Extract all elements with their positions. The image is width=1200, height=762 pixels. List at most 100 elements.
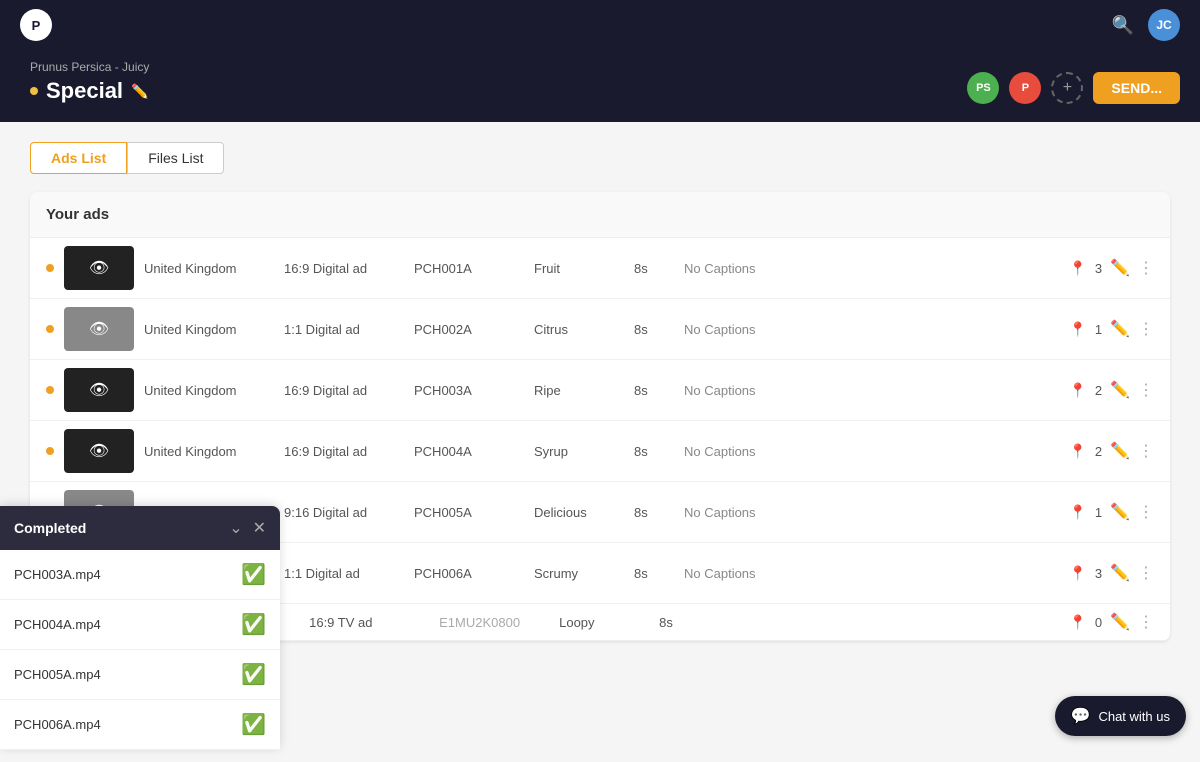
avatar-ps[interactable]: PS [967, 72, 999, 104]
app-logo[interactable]: P [20, 9, 52, 41]
destinations-count: 3 [1095, 261, 1102, 276]
more-options-icon[interactable]: ⋮ [1138, 502, 1154, 522]
more-options-icon[interactable]: ⋮ [1138, 441, 1154, 461]
edit-row-icon[interactable]: ✏️ [1110, 502, 1130, 522]
destinations-count: 2 [1095, 383, 1102, 398]
collapse-icon[interactable]: ⌄ [229, 518, 242, 538]
col-format: 9:16 Digital ad [284, 505, 404, 520]
more-options-icon[interactable]: ⋮ [1138, 258, 1154, 278]
edit-row-icon[interactable]: ✏️ [1110, 380, 1130, 400]
col-duration: 8s [634, 444, 674, 459]
col-code: PCH002A [414, 322, 524, 337]
avatar[interactable]: JC [1148, 9, 1180, 41]
status-dot [46, 447, 54, 455]
pin-icon: 📍 [1069, 504, 1086, 521]
col-code: E1MU2K0800 [439, 615, 549, 630]
eye-icon: 👁 [89, 258, 109, 278]
pin-icon: 📍 [1069, 321, 1086, 338]
completed-panel-actions: ⌄ ✕ [229, 518, 266, 538]
tabs: Ads List Files List [30, 142, 1170, 174]
more-options-icon[interactable]: ⋮ [1138, 380, 1154, 400]
col-captions: No Captions [684, 566, 1059, 581]
list-item: PCH003A.mp4 ✅ [0, 550, 280, 600]
col-code: PCH006A [414, 566, 524, 581]
send-button[interactable]: SEND... [1093, 72, 1180, 104]
edit-row-icon[interactable]: ✏️ [1110, 612, 1130, 632]
topnav: P 🔍 JC [0, 0, 1200, 50]
tab-files-list[interactable]: Files List [127, 142, 224, 174]
status-dot [46, 386, 54, 394]
eye-icon: 👁 [89, 441, 109, 461]
col-format: 1:1 Digital ad [284, 566, 404, 581]
pin-icon: 📍 [1069, 614, 1086, 631]
ad-thumbnail[interactable]: 👁 [64, 307, 134, 351]
tab-ads-list[interactable]: Ads List [30, 142, 127, 174]
completed-panel-header: Completed ⌄ ✕ [0, 506, 280, 550]
filename-label: PCH004A.mp4 [14, 617, 101, 632]
ad-thumbnail[interactable]: 👁 [64, 368, 134, 412]
col-actions: 📍 1 ✏️ ⋮ [1069, 319, 1154, 339]
col-captions: No Captions [684, 444, 1059, 459]
col-actions: 📍 0 ✏️ ⋮ [1069, 612, 1154, 632]
col-label: Delicious [534, 505, 624, 520]
chat-button-label: Chat with us [1098, 709, 1170, 724]
filename-label: PCH003A.mp4 [14, 567, 101, 582]
col-country: United Kingdom [144, 261, 274, 276]
more-options-icon[interactable]: ⋮ [1138, 563, 1154, 583]
status-dot [46, 325, 54, 333]
avatar-p[interactable]: P [1009, 72, 1041, 104]
col-actions: 📍 2 ✏️ ⋮ [1069, 380, 1154, 400]
col-label: Loopy [559, 615, 649, 630]
search-icon[interactable]: 🔍 [1112, 15, 1134, 36]
table-row: 👁 United Kingdom 16:9 Digital ad PCH003A… [30, 360, 1170, 421]
edit-row-icon[interactable]: ✏️ [1110, 441, 1130, 461]
col-label: Scrumy [534, 566, 624, 581]
list-item: PCH004A.mp4 ✅ [0, 600, 280, 650]
edit-row-icon[interactable]: ✏️ [1110, 258, 1130, 278]
chat-button[interactable]: 💬 Chat with us [1055, 696, 1186, 736]
filename-label: PCH005A.mp4 [14, 667, 101, 682]
col-duration: 8s [659, 615, 699, 630]
ads-table-header: Your ads [30, 192, 1170, 238]
eye-icon: 👁 [89, 380, 109, 400]
col-country: United Kingdom [144, 322, 274, 337]
col-label: Citrus [534, 322, 624, 337]
col-country: United Kingdom [144, 444, 274, 459]
status-dot [46, 264, 54, 272]
destinations-count: 0 [1095, 615, 1102, 630]
col-captions: No Captions [684, 505, 1059, 520]
pin-icon: 📍 [1069, 382, 1086, 399]
destinations-count: 1 [1095, 322, 1102, 337]
destinations-count: 3 [1095, 566, 1102, 581]
breadcrumb-right-actions: PS P + SEND... [967, 72, 1180, 104]
col-label: Syrup [534, 444, 624, 459]
more-options-icon[interactable]: ⋮ [1138, 319, 1154, 339]
close-panel-icon[interactable]: ✕ [253, 518, 266, 538]
table-row: 👁 United Kingdom 16:9 Digital ad PCH004A… [30, 421, 1170, 482]
col-format: 16:9 Digital ad [284, 444, 404, 459]
col-captions: No Captions [684, 261, 1059, 276]
pin-icon: 📍 [1069, 260, 1086, 277]
check-icon: ✅ [241, 662, 266, 687]
col-format: 16:9 TV ad [309, 615, 429, 630]
page-title: Special [46, 78, 123, 104]
pin-icon: 📍 [1069, 443, 1086, 460]
edit-title-icon[interactable]: ✏️ [131, 83, 148, 100]
col-actions: 📍 3 ✏️ ⋮ [1069, 258, 1154, 278]
edit-row-icon[interactable]: ✏️ [1110, 319, 1130, 339]
completed-panel: Completed ⌄ ✕ PCH003A.mp4 ✅ PCH004A.mp4 … [0, 506, 280, 750]
edit-row-icon[interactable]: ✏️ [1110, 563, 1130, 583]
filename-label: PCH006A.mp4 [14, 717, 101, 732]
pin-icon: 📍 [1069, 565, 1086, 582]
check-icon: ✅ [241, 712, 266, 737]
destinations-count: 1 [1095, 505, 1102, 520]
ad-thumbnail[interactable]: 👁 [64, 429, 134, 473]
list-item: PCH006A.mp4 ✅ [0, 700, 280, 750]
col-format: 16:9 Digital ad [284, 261, 404, 276]
add-collaborator-button[interactable]: + [1051, 72, 1083, 104]
ad-thumbnail[interactable]: 👁 [64, 246, 134, 290]
more-options-icon[interactable]: ⋮ [1138, 612, 1154, 632]
col-format: 1:1 Digital ad [284, 322, 404, 337]
col-label: Fruit [534, 261, 624, 276]
col-duration: 8s [634, 322, 674, 337]
